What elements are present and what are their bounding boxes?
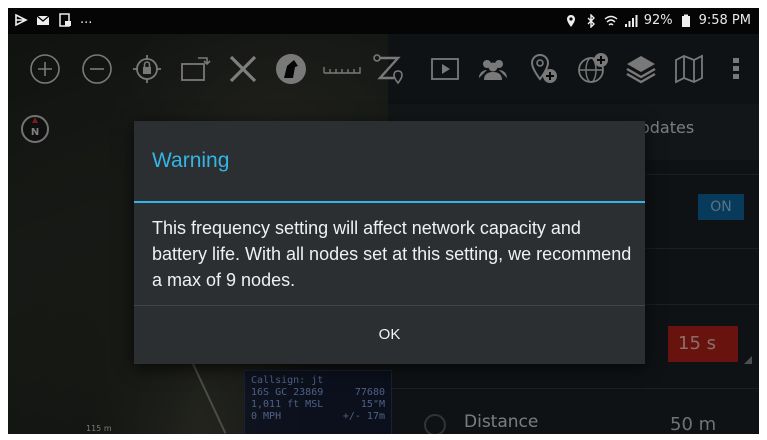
device-frame: ... 92% 9:58 PM ‹ Automatic Location Upd… — [0, 0, 767, 440]
status-bar: ... 92% 9:58 PM — [8, 8, 759, 34]
play-store-icon — [15, 13, 28, 26]
dialog-title: Warning — [152, 149, 230, 172]
device-screen: ... 92% 9:58 PM ‹ Automatic Location Upd… — [8, 8, 759, 434]
location-icon — [566, 14, 575, 27]
screenshot-icon — [59, 12, 71, 27]
notification-overflow: ... — [80, 12, 93, 27]
battery-icon — [681, 14, 690, 27]
signal-icon — [624, 14, 638, 27]
status-right: 92% 9:58 PM — [564, 13, 751, 28]
ok-button[interactable]: OK — [134, 306, 645, 364]
dialog-message: This frequency setting will affect netwo… — [152, 218, 632, 290]
dialog-title-divider — [134, 201, 645, 203]
clock: 9:58 PM — [698, 13, 751, 28]
status-left: ... — [14, 12, 92, 27]
wifi-icon — [604, 15, 618, 26]
battery-percent: 92% — [643, 13, 673, 28]
mail-icon — [36, 15, 50, 25]
bluetooth-icon — [587, 13, 595, 28]
warning-dialog: Warning This frequency setting will affe… — [134, 121, 645, 364]
